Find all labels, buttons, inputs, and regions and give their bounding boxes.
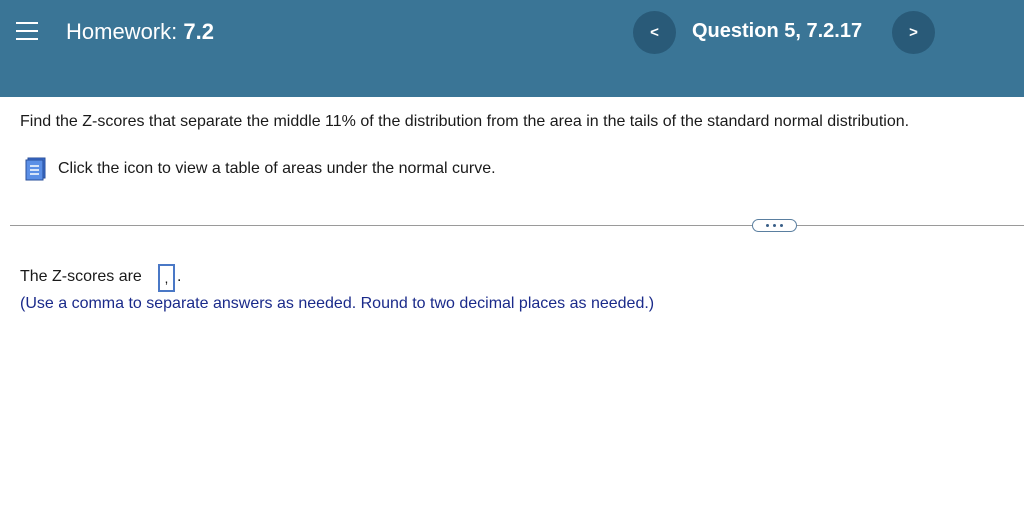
question-title: Question 5, 7.2.17 <box>692 20 863 42</box>
normal-table-link[interactable]: Click the icon to view a table of areas … <box>22 154 496 184</box>
chevron-right-icon: > <box>909 24 918 41</box>
question-prompt: Find the Z-scores that separate the midd… <box>20 113 910 130</box>
section-divider <box>10 225 1024 226</box>
next-question-button[interactable]: > <box>892 11 935 54</box>
answer-box-value: , <box>164 270 169 286</box>
dot-icon <box>773 224 776 227</box>
answer-label: The Z-scores are <box>20 268 142 285</box>
dot-icon <box>780 224 783 227</box>
dot-icon <box>766 224 769 227</box>
answer-hint: (Use a comma to separate answers as need… <box>20 295 655 312</box>
chevron-left-icon: < <box>650 24 659 41</box>
previous-question-button[interactable]: < <box>633 11 676 54</box>
homework-prefix: Homework: <box>66 19 178 44</box>
table-link-text[interactable]: Click the icon to view a table of areas … <box>58 160 496 178</box>
top-bar: Homework: 7.2 < Question 5, 7.2.17 > <box>0 0 1024 97</box>
homework-number: 7.2 <box>183 19 214 44</box>
more-options-button[interactable] <box>752 219 797 232</box>
answer-period: . <box>177 268 182 285</box>
homework-title: Homework: 7.2 <box>66 19 214 45</box>
book-icon[interactable] <box>22 155 50 183</box>
z-scores-answer-input[interactable]: , <box>158 264 175 292</box>
hamburger-menu-icon[interactable] <box>16 20 38 42</box>
